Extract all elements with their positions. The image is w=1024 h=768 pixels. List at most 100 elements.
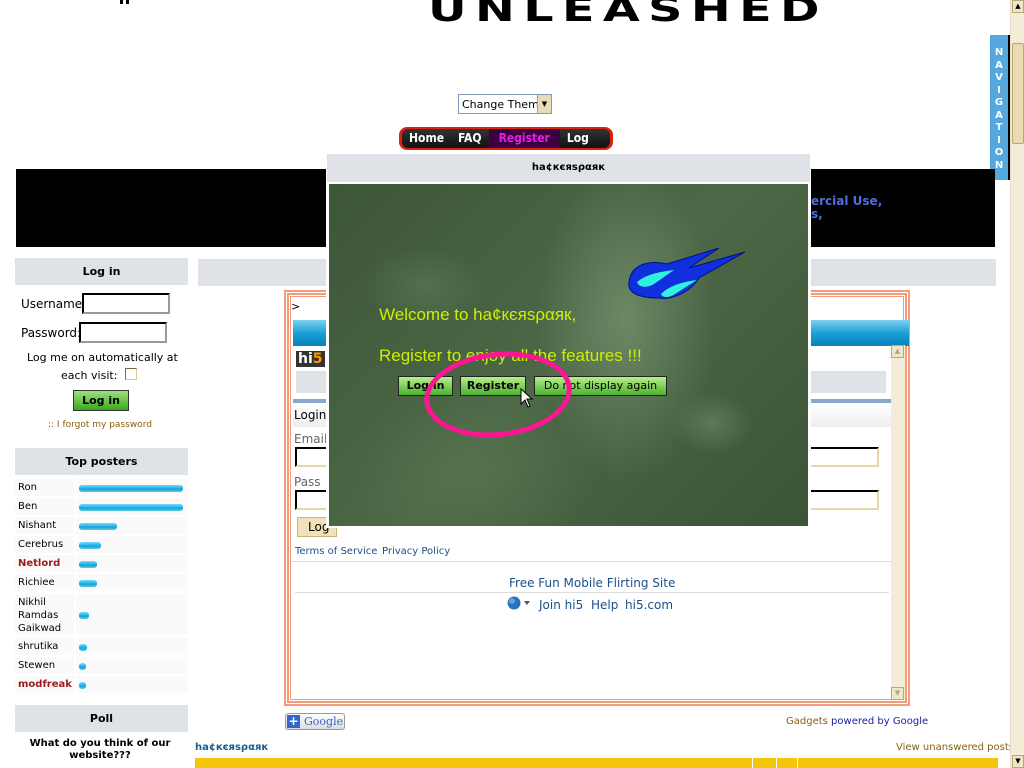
- poster-activity-bar: [79, 580, 97, 587]
- poll-title: Poll: [15, 705, 188, 732]
- google-label: Google: [304, 715, 344, 728]
- forum-table-header: [195, 758, 998, 768]
- scrollbar-thumb[interactable]: [1012, 43, 1024, 144]
- welcome-modal: ha¢кєяѕραяк Welcome to ha¢кєяѕραяк, Regi…: [326, 153, 811, 528]
- view-unanswered-link[interactable]: View unanswered posts: [896, 742, 1014, 753]
- modal-body: Welcome to ha¢кєяѕραяк, Register to enjo…: [329, 184, 808, 526]
- scroll-down-icon[interactable]: ▼: [891, 687, 904, 700]
- add-to-google-button[interactable]: + Google: [285, 713, 345, 730]
- privacy-link[interactable]: Privacy Policy: [382, 546, 450, 557]
- page-scrollbar[interactable]: ▲ ▼: [1010, 0, 1024, 768]
- poster-activity-bar: [79, 485, 183, 492]
- top-poster-row: Nishant: [15, 517, 188, 534]
- poster-name-link[interactable]: Stewen: [18, 660, 55, 671]
- divider: [291, 561, 893, 562]
- gadget-prefix: >: [291, 300, 301, 313]
- remember-checkbox[interactable]: [125, 368, 137, 380]
- top-poster-row: shrutika: [15, 638, 188, 655]
- nav-register[interactable]: Register: [488, 129, 560, 148]
- username-input[interactable]: [82, 293, 170, 314]
- password-input[interactable]: [79, 322, 167, 343]
- hi5-login-label: Login: [294, 408, 327, 422]
- top-poster-row: Ben: [15, 498, 188, 515]
- nav-tab-letter: I: [997, 134, 1001, 146]
- nav-log-in[interactable]: Log in: [560, 129, 610, 148]
- top-nav: HomeFAQRegisterLog in: [399, 127, 613, 150]
- scroll-up-icon[interactable]: ▲: [1012, 0, 1024, 13]
- hi5-com-link[interactable]: hi5.com: [625, 598, 673, 612]
- poster-name-link[interactable]: Ben: [18, 501, 37, 512]
- nav-tab-letter: A: [995, 59, 1003, 71]
- poster-activity-bar: [79, 663, 86, 670]
- poster-bar-cell: [76, 594, 188, 635]
- remember-label: Log me on automatically at: [27, 351, 178, 364]
- modal-welcome-text: Welcome to ha¢кєяѕραяк,: [379, 305, 577, 324]
- nav-tab-letter: N: [994, 47, 1004, 58]
- top-poster-row: Netlord: [15, 555, 188, 572]
- scroll-up-icon[interactable]: ▲: [891, 345, 904, 358]
- banner-line: s,: [811, 207, 823, 221]
- nav-faq[interactable]: FAQ: [451, 129, 489, 148]
- poster-name-link[interactable]: Netlord: [18, 558, 60, 569]
- globe-icon[interactable]: [507, 596, 533, 613]
- theme-select-value: Change Theme: [462, 97, 546, 111]
- poster-name-link[interactable]: Richiee: [18, 577, 55, 588]
- nav-tab-letter: I: [997, 84, 1001, 96]
- password-label: Password:: [21, 326, 82, 340]
- poster-name-link[interactable]: Nishant: [18, 520, 56, 531]
- promo-link[interactable]: Free Fun Mobile Flirting Site: [509, 576, 675, 590]
- help-link[interactable]: Help: [591, 598, 618, 612]
- blue-flame-icon: [628, 247, 746, 299]
- site-logo[interactable]: UNLEASHED: [428, 0, 828, 30]
- banner-text-right: ercial Use, s,: [811, 195, 882, 221]
- poster-activity-bar: [79, 561, 97, 568]
- top-poster-row: modfreak: [15, 676, 188, 693]
- poster-name-link[interactable]: Ron: [18, 482, 37, 493]
- browser-viewport: UNLEASHED Change Theme ▼ Home FAQ Register…: [0, 0, 1024, 768]
- poster-activity-bar: [79, 542, 101, 549]
- gadgets-link[interactable]: Gadgets: [786, 716, 828, 727]
- nav-tab-letter: T: [995, 122, 1003, 133]
- scroll-down-icon[interactable]: ▼: [1012, 755, 1024, 768]
- chevron-down-icon[interactable]: ▼: [537, 95, 551, 113]
- nav-tab-letter: V: [995, 72, 1003, 83]
- nav-tab-letter: A: [995, 109, 1003, 121]
- login-button[interactable]: Log in: [73, 390, 129, 411]
- top-poster-row: Richiee: [15, 574, 188, 591]
- poster-activity-bar: [79, 612, 89, 619]
- remember-label-2: each visit:: [61, 369, 118, 382]
- forum-home-link[interactable]: ha¢кєяѕραяк: [195, 742, 268, 753]
- terms-link[interactable]: Terms of Service: [295, 546, 377, 557]
- poster-bar-cell: [76, 657, 188, 674]
- forgot-password-link[interactable]: :: I forgot my password: [48, 420, 152, 430]
- top-poster-row: Ron: [15, 479, 188, 496]
- theme-select[interactable]: Change Theme ▼: [458, 94, 552, 114]
- divider: [295, 592, 889, 593]
- hi5-logo: hi5: [296, 351, 325, 367]
- plus-icon: +: [287, 714, 300, 728]
- nav-tab-letter: O: [994, 147, 1004, 158]
- gadgets-credit: Gadgets powered by Google: [786, 716, 928, 727]
- poster-name-link[interactable]: Cerebrus: [18, 539, 63, 550]
- nav-tab-letter: G: [994, 97, 1004, 108]
- poll-question: What do you think of our website???: [29, 738, 171, 761]
- modal-title: ha¢кєяѕραяк: [327, 154, 810, 182]
- poster-activity-bar: [79, 504, 183, 511]
- join-hi5-link[interactable]: Join hi5: [539, 598, 583, 612]
- poster-name-link[interactable]: modfreak: [18, 679, 72, 690]
- mouse-cursor-icon: [520, 388, 534, 408]
- poster-bar-cell: [76, 638, 188, 655]
- poster-name-link[interactable]: shrutika: [18, 641, 58, 652]
- hi5-email-label: Email: [294, 432, 328, 446]
- poster-name-link[interactable]: Nikhil Ramdas Gaikwad: [18, 596, 73, 635]
- nav-home[interactable]: Home: [402, 129, 451, 148]
- poster-activity-bar: [79, 644, 87, 651]
- username-label: Username:: [21, 297, 87, 311]
- gadget-scrollbar[interactable]: ▲ ▼: [891, 345, 905, 700]
- powered-by-link[interactable]: powered by Google: [831, 716, 928, 727]
- poster-activity-bar: [79, 682, 86, 689]
- login-panel-title: Log in: [15, 258, 188, 285]
- top-poster-row: Nikhil Ramdas Gaikwad: [15, 594, 188, 635]
- poster-bar-cell: [76, 676, 188, 693]
- navigation-side-tab[interactable]: NAVIGATION: [990, 35, 1010, 180]
